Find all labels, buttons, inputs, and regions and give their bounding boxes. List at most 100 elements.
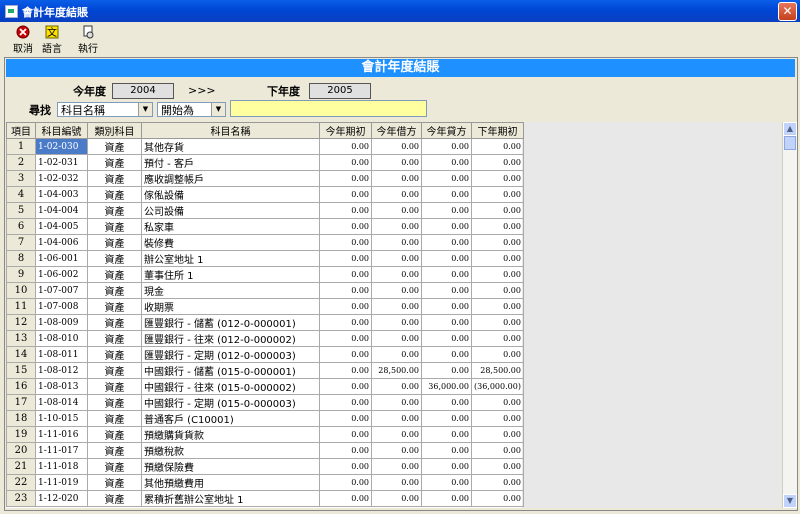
account-code[interactable]: 1-06-001 [35,250,88,267]
opening-balance[interactable]: 0.00 [319,394,372,411]
account-code[interactable]: 1-10-015 [35,410,88,427]
opening-balance[interactable]: 0.00 [319,442,372,459]
row-number[interactable]: 17 [6,394,36,411]
next-opening-balance[interactable]: 0.00 [471,170,524,187]
col-header-debit[interactable]: 今年借方 [371,122,422,139]
next-opening-balance[interactable]: 0.00 [471,202,524,219]
row-number[interactable]: 21 [6,458,36,475]
account-code[interactable]: 1-11-019 [35,474,88,491]
debit-amount[interactable]: 0.00 [371,266,422,283]
opening-balance[interactable]: 0.00 [319,202,372,219]
col-header-opening[interactable]: 今年期初 [319,122,372,139]
table-row[interactable]: 16 1-08-013 資產 中國銀行 - 往來 (015-0-000002) 0.00… [6,378,524,395]
execute-button[interactable]: 執行 [74,24,102,55]
row-number[interactable]: 9 [6,266,36,283]
account-category[interactable]: 資產 [87,490,142,507]
credit-amount[interactable]: 0.00 [421,170,472,187]
account-name[interactable]: 中國銀行 - 儲蓄 (015-0-000001) [141,362,320,379]
account-category[interactable]: 資產 [87,346,142,363]
language-button[interactable]: 文 語言 [38,24,66,55]
debit-amount[interactable]: 0.00 [371,426,422,443]
next-opening-balance[interactable]: 0.00 [471,394,524,411]
row-number[interactable]: 6 [6,218,36,235]
credit-amount[interactable]: 0.00 [421,314,472,331]
credit-amount[interactable]: 0.00 [421,346,472,363]
account-category[interactable]: 資產 [87,298,142,315]
table-row[interactable]: 11 1-07-008 資產 收期票 0.00 0.00 0.00 0.00 [6,298,524,315]
next-opening-balance[interactable]: 28,500.00 [471,362,524,379]
next-opening-balance[interactable]: 0.00 [471,154,524,171]
credit-amount[interactable]: 0.00 [421,218,472,235]
table-row[interactable]: 22 1-11-019 資產 其他預繳費用 0.00 0.00 0.00 0.00 [6,474,524,491]
account-name[interactable]: 累積折舊辦公室地址 1 [141,490,320,507]
account-category[interactable]: 資產 [87,394,142,411]
account-code[interactable]: 1-11-016 [35,426,88,443]
opening-balance[interactable]: 0.00 [319,282,372,299]
account-code[interactable]: 1-04-006 [35,234,88,251]
table-row[interactable]: 6 1-04-005 資產 私家車 0.00 0.00 0.00 0.00 [6,218,524,235]
account-category[interactable]: 資產 [87,202,142,219]
account-code[interactable]: 1-08-009 [35,314,88,331]
credit-amount[interactable]: 0.00 [421,474,472,491]
debit-amount[interactable]: 0.00 [371,410,422,427]
opening-balance[interactable]: 0.00 [319,330,372,347]
credit-amount[interactable]: 0.00 [421,138,472,155]
debit-amount[interactable]: 0.00 [371,282,422,299]
opening-balance[interactable]: 0.00 [319,154,372,171]
account-name[interactable]: 公司設備 [141,202,320,219]
next-opening-balance[interactable]: 0.00 [471,410,524,427]
table-row[interactable]: 3 1-02-032 資產 應收調整帳戶 0.00 0.00 0.00 0.00 [6,170,524,187]
account-name[interactable]: 裝修費 [141,234,320,251]
vertical-scrollbar[interactable]: ▲ ▼ [782,122,797,508]
debit-amount[interactable]: 0.00 [371,186,422,203]
opening-balance[interactable]: 0.00 [319,138,372,155]
credit-amount[interactable]: 0.00 [421,490,472,507]
col-header-credit[interactable]: 今年貸方 [421,122,472,139]
debit-amount[interactable]: 0.00 [371,250,422,267]
account-code[interactable]: 1-02-032 [35,170,88,187]
debit-amount[interactable]: 0.00 [371,218,422,235]
account-name[interactable]: 預付 - 客戶 [141,154,320,171]
next-opening-balance[interactable]: 0.00 [471,490,524,507]
next-opening-balance[interactable]: 0.00 [471,458,524,475]
credit-amount[interactable]: 0.00 [421,426,472,443]
table-row[interactable]: 1 1-02-030 資產 其他存貨 0.00 0.00 0.00 0.00 [6,138,524,155]
row-number[interactable]: 5 [6,202,36,219]
debit-amount[interactable]: 0.00 [371,202,422,219]
account-category[interactable]: 資產 [87,154,142,171]
debit-amount[interactable]: 0.00 [371,346,422,363]
table-row[interactable]: 15 1-08-012 資產 中國銀行 - 儲蓄 (015-0-000001) 0.00… [6,362,524,379]
opening-balance[interactable]: 0.00 [319,234,372,251]
account-code[interactable]: 1-11-018 [35,458,88,475]
opening-balance[interactable]: 0.00 [319,474,372,491]
opening-balance[interactable]: 0.00 [319,314,372,331]
next-opening-balance[interactable]: 0.00 [471,426,524,443]
scroll-down-icon[interactable]: ▼ [783,494,797,508]
debit-amount[interactable]: 0.00 [371,378,422,395]
search-field-select[interactable]: 科目名稱 ▼ [57,102,153,117]
table-row[interactable]: 20 1-11-017 資產 預繳稅款 0.00 0.00 0.00 0.00 [6,442,524,459]
account-category[interactable]: 資產 [87,426,142,443]
row-number[interactable]: 20 [6,442,36,459]
table-row[interactable]: 2 1-02-031 資產 預付 - 客戶 0.00 0.00 0.00 0.00 [6,154,524,171]
next-opening-balance[interactable]: 0.00 [471,282,524,299]
credit-amount[interactable]: 0.00 [421,442,472,459]
row-number[interactable]: 8 [6,250,36,267]
row-number[interactable]: 12 [6,314,36,331]
credit-amount[interactable]: 0.00 [421,298,472,315]
account-code[interactable]: 1-07-008 [35,298,88,315]
account-category[interactable]: 資產 [87,362,142,379]
debit-amount[interactable]: 0.00 [371,154,422,171]
col-header-category[interactable]: 類別科目 [87,122,142,139]
table-row[interactable]: 7 1-04-006 資產 裝修費 0.00 0.00 0.00 0.00 [6,234,524,251]
credit-amount[interactable]: 0.00 [421,234,472,251]
row-number[interactable]: 11 [6,298,36,315]
credit-amount[interactable]: 0.00 [421,154,472,171]
debit-amount[interactable]: 0.00 [371,458,422,475]
debit-amount[interactable]: 0.00 [371,298,422,315]
account-category[interactable]: 資產 [87,410,142,427]
account-code[interactable]: 1-11-017 [35,442,88,459]
credit-amount[interactable]: 0.00 [421,186,472,203]
credit-amount[interactable]: 0.00 [421,458,472,475]
row-number[interactable]: 16 [6,378,36,395]
